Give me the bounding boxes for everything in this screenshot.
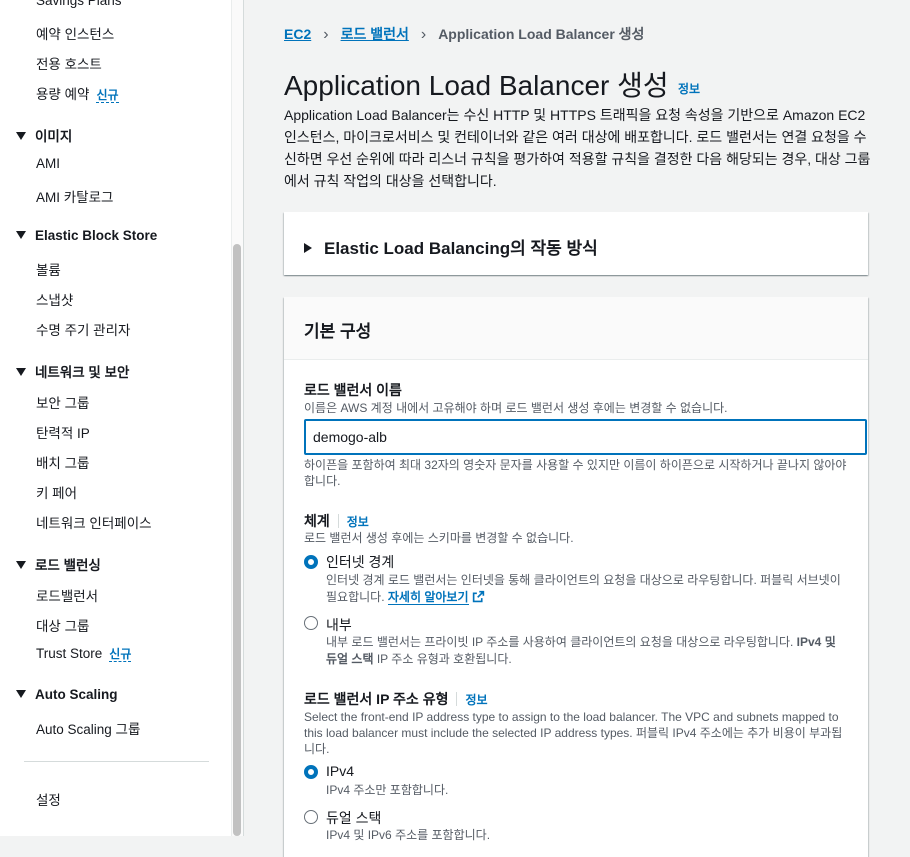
label-divider [456,692,458,706]
caret-down-icon [16,368,26,376]
ip-type-label: 로드 밸런서 IP 주소 유형 [304,691,449,707]
learn-more-link[interactable]: 자세히 알아보기 [387,590,469,605]
expander-title: Elastic Load Balancing의 작동 방식 [324,239,598,258]
sidebar-section-load-balancing[interactable]: 로드 밸런싱 [16,554,101,574]
ip-type-ipv4-label[interactable]: IPv4 [326,763,354,779]
scheme-info-link[interactable]: 정보 [347,515,369,529]
scheme-internal-label[interactable]: 내부 [326,615,352,635]
sidebar-item-network-interfaces[interactable]: 네트워크 인터페이스 [36,512,152,532]
scheme-label-row: 체계 정보 [304,511,369,531]
lb-name-constraint: 하이픈을 포함하여 최대 32자의 영숫자 문자를 사용할 수 있지만 이름이 … [304,458,847,488]
lb-name-description: 이름은 AWS 계정 내에서 고유해야 하며 로드 밸런서 생성 후에는 변경할… [304,401,728,415]
ip-type-info-link[interactable]: 정보 [465,693,487,707]
sidebar-item-capacity-reservations[interactable]: 용량 예약 신규 [36,83,119,103]
breadcrumb: EC2 › 로드 밸런서 › Application Load Balancer 생성 [284,24,644,44]
main-content: EC2 › 로드 밸런서 › Application Load Balancer 생성 … [244,0,910,857]
ip-type-description: Select the front-end IP address type to … [304,710,843,756]
sidebar-item-placement-groups[interactable]: 배치 그룹 [36,452,89,472]
sidebar-scrollbar-thumb[interactable] [233,244,241,836]
ip-type-dualstack-label[interactable]: 듀얼 스택 [326,808,381,828]
sidebar-section-network-security[interactable]: 네트워크 및 보안 [16,361,129,381]
scheme-label: 체계 [304,513,330,529]
sidebar-item-snapshots[interactable]: 스냅샷 [36,289,73,309]
basic-config-panel: 기본 구성 로드 밸런서 이름 이름은 AWS 계정 내에서 고유해야 하며 로… [284,297,868,857]
external-link-icon[interactable] [472,590,485,603]
sidebar-section-ebs[interactable]: Elastic Block Store [16,228,157,243]
sidebar-nav: Savings Plans 예약 인스턴스 전용 호스트 용량 예약 신규 이미지… [0,0,244,836]
section-title: 이미지 [35,129,73,144]
sidebar-divider [24,761,209,762]
how-elb-works-expander[interactable]: Elastic Load Balancing의 작동 방식 [284,212,868,275]
sidebar-item-ami-catalog[interactable]: AMI 카탈로그 [36,186,113,206]
section-title: 로드 밸런싱 [35,558,101,573]
breadcrumb-link-load-balancers[interactable]: 로드 밸런서 [341,26,409,42]
sidebar-item-lifecycle-manager[interactable]: 수명 주기 관리자 [36,319,130,339]
sidebar-item-reserved-instances[interactable]: 예약 인스턴스 [36,23,114,43]
sidebar-item-security-groups[interactable]: 보안 그룹 [36,392,89,412]
ip-type-ipv4-description: IPv4 주소만 포함합니다. [326,783,449,797]
sidebar-section-auto-scaling[interactable]: Auto Scaling [16,687,118,702]
sidebar-item-savings-plans[interactable]: Savings Plans [36,0,122,8]
option-description-tail: IP 주소 유형과 호환됩니다. [373,652,512,666]
scheme-internal-description: 내부 로드 밸런서는 프라이빗 IP 주소를 사용하여 클라이언트의 요청을 대… [326,634,848,668]
caret-down-icon [16,231,26,239]
section-title: 네트워크 및 보안 [35,365,130,380]
section-title: Elastic Block Store [35,228,158,243]
sidebar-item-dedicated-hosts[interactable]: 전용 호스트 [36,53,102,73]
ip-type-ipv4-radio[interactable] [304,765,318,779]
chevron-right-icon: › [323,26,329,43]
panel-header: 기본 구성 [284,297,868,360]
caret-down-icon [16,690,26,698]
label-divider [337,514,339,528]
sidebar-item-load-balancers[interactable]: 로드밸런서 [36,585,98,605]
sidebar-item-ami[interactable]: AMI [36,156,60,171]
scheme-internal-radio[interactable] [304,616,318,630]
new-badge: 신규 [109,647,132,662]
lb-name-input[interactable] [304,419,867,455]
title-info-link[interactable]: 정보 [678,80,700,97]
option-description-text: 내부 로드 밸런서는 프라이빗 IP 주소를 사용하여 클라이언트의 요청을 대… [326,635,794,649]
sidebar-item-label: Trust Store [36,646,103,661]
sidebar-item-auto-scaling-groups[interactable]: Auto Scaling 그룹 [36,718,140,738]
sidebar-section-images[interactable]: 이미지 [16,125,72,145]
scheme-internet-facing-description: 인터넷 경계 로드 밸런서는 인터넷을 통해 클라이언트의 요청을 대상으로 라… [326,572,848,606]
scheme-description: 로드 밸런서 생성 후에는 스키마를 변경할 수 없습니다. [304,531,574,545]
chevron-right-icon: › [420,26,427,43]
expander-header[interactable]: Elastic Load Balancing의 작동 방식 [304,234,598,259]
section-title: Auto Scaling [35,687,118,702]
caret-right-icon [304,243,312,253]
new-badge: 신규 [96,88,119,103]
ip-type-dualstack-radio[interactable] [304,810,318,824]
scheme-internet-facing-radio[interactable] [304,555,318,569]
sidebar-item-volumes[interactable]: 볼륨 [36,259,61,279]
sidebar-item-key-pairs[interactable]: 키 페어 [36,482,77,502]
caret-down-icon [16,561,26,569]
breadcrumb-current: Application Load Balancer 생성 [438,26,645,42]
lb-name-label: 로드 밸런서 이름 [304,382,402,398]
sidebar-item-label: 용량 예약 [36,87,90,102]
caret-down-icon [16,132,26,140]
sidebar-item-trust-stores[interactable]: Trust Store 신규 [36,645,132,662]
sidebar-item-elastic-ips[interactable]: 탄력적 IP [36,422,90,442]
panel-title: 기본 구성 [304,322,372,341]
scheme-internet-facing-label[interactable]: 인터넷 경계 [326,552,394,572]
sidebar-item-target-groups[interactable]: 대상 그룹 [36,615,89,635]
ip-type-label-row: 로드 밸런서 IP 주소 유형 정보 [304,689,488,709]
page-title: Application Load Balancer 생성 [284,70,669,101]
breadcrumb-link-ec2[interactable]: EC2 [284,26,311,42]
page-description: Application Load Balancer는 수신 HTTP 및 HTT… [284,107,871,189]
sidebar-item-settings[interactable]: 설정 [36,789,61,809]
